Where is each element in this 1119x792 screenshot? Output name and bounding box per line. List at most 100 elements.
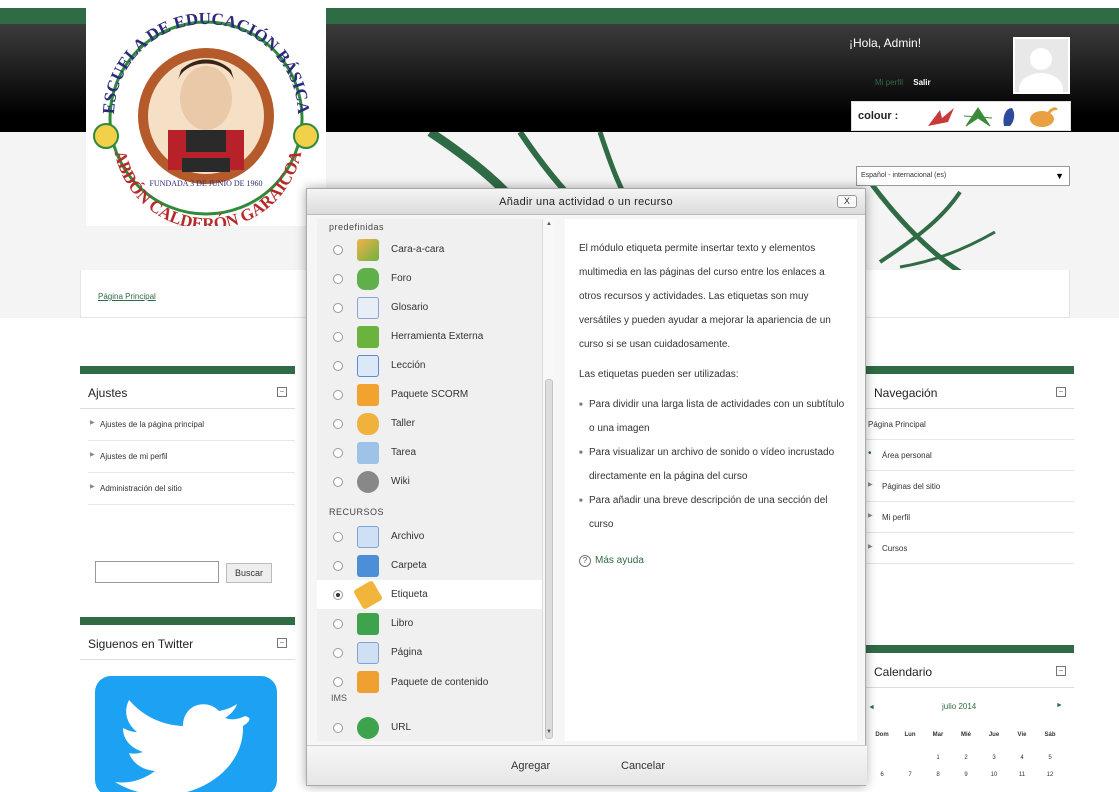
ajustes-item-perfil[interactable]: Ajustes de mi perfil: [88, 441, 295, 473]
calendar-day[interactable]: 4: [1008, 755, 1036, 761]
option-label: Foro: [391, 273, 412, 284]
calendar-weekday: Sáb: [1044, 732, 1056, 738]
radio-button[interactable]: [333, 390, 343, 400]
option-tarea[interactable]: Tarea: [317, 438, 550, 467]
logout-link[interactable]: Salir: [913, 78, 930, 87]
breadcrumb-home-link[interactable]: Página Principal: [98, 292, 156, 301]
radio-button[interactable]: [333, 477, 343, 487]
option-taller[interactable]: Taller: [317, 409, 550, 438]
option-leccion[interactable]: Lección: [317, 351, 550, 380]
cancel-button[interactable]: Cancelar: [607, 756, 679, 776]
radio-button[interactable]: [333, 448, 343, 458]
language-select[interactable]: Español - internacional (es) ▼: [856, 166, 1070, 186]
colour-label: colour :: [858, 110, 899, 122]
calendar-day[interactable]: 8: [924, 772, 952, 778]
activity-list-scrollbar[interactable]: ▲ ▼: [542, 219, 554, 741]
option-herramienta-externa[interactable]: Herramienta Externa: [317, 322, 550, 351]
calendar-weekday: Mar: [932, 732, 944, 738]
scroll-down-icon[interactable]: ▼: [546, 729, 552, 735]
nav-home-link[interactable]: Página Principal: [866, 409, 1074, 440]
collapse-icon[interactable]: –: [277, 638, 287, 648]
profile-link[interactable]: Mi perfil: [875, 78, 903, 87]
user-avatar[interactable]: [1013, 37, 1070, 94]
calendar-day[interactable]: 5: [1036, 755, 1064, 761]
option-etiqueta[interactable]: Etiqueta: [317, 579, 550, 611]
option-glosario[interactable]: Glosario: [317, 293, 550, 322]
radio-button[interactable]: [333, 561, 343, 571]
calendar-day[interactable]: 2: [952, 755, 980, 761]
blue-leaf-icon[interactable]: [998, 106, 1020, 131]
radio-button[interactable]: [333, 619, 343, 629]
calendar-next-icon[interactable]: ►: [1056, 702, 1063, 709]
option-foro[interactable]: Foro: [317, 264, 550, 293]
radio-button[interactable]: [333, 332, 343, 342]
calendar-weekdays: Dom Lun Mar Mié Jue Vie Sáb: [868, 732, 1068, 738]
collapse-icon[interactable]: –: [277, 387, 287, 397]
option-libro[interactable]: Libro: [317, 609, 550, 638]
collapse-icon[interactable]: –: [1056, 387, 1066, 397]
calendar-day[interactable]: 7: [896, 772, 924, 778]
option-archivo[interactable]: Archivo: [317, 522, 550, 551]
add-button[interactable]: Agregar: [497, 756, 564, 776]
option-label: Taller: [391, 418, 415, 429]
calendar-block: Calendario –: [866, 645, 1074, 695]
ajustes-item-admin[interactable]: Administración del sitio: [88, 473, 295, 505]
wiki-icon: [357, 471, 379, 493]
radio-button[interactable]: [333, 419, 343, 429]
green-leaf-icon[interactable]: [962, 106, 994, 131]
scrollbar-thumb[interactable]: [545, 379, 553, 739]
lesson-icon: [357, 355, 379, 377]
calendar-day[interactable]: 3: [980, 755, 1008, 761]
option-cara-a-cara[interactable]: Cara-a-cara: [317, 235, 550, 264]
ajustes-title: Ajustes: [88, 386, 128, 400]
radio-button[interactable]: [333, 677, 343, 687]
search-button[interactable]: Buscar: [226, 563, 272, 583]
user-links: Mi perfil Salir: [875, 78, 931, 87]
calendar-day[interactable]: 11: [1008, 772, 1036, 778]
ajustes-block: Ajustes– Ajustes de la página principal …: [80, 366, 295, 536]
radio-button[interactable]: [333, 361, 343, 371]
calendar-day[interactable]: 6: [868, 772, 896, 778]
book-icon: [357, 613, 379, 635]
description-bullet: Para visualizar un archivo de sonido o v…: [579, 441, 847, 489]
radio-button[interactable]: [333, 274, 343, 284]
calendar-week-row: 6 7 8 9 10 11 12: [868, 772, 1068, 778]
radio-button[interactable]: [333, 303, 343, 313]
calendar-prev-icon[interactable]: ◄: [868, 704, 875, 711]
calendar-day[interactable]: 12: [1036, 772, 1064, 778]
calendar-month[interactable]: julio 2014: [942, 702, 976, 711]
twitter-logo[interactable]: [95, 676, 277, 792]
radio-button[interactable]: [333, 590, 343, 600]
nav-item-mi-perfil[interactable]: Mi perfil: [866, 502, 1074, 533]
twitter-title: Siguenos en Twitter: [88, 637, 194, 651]
file-icon: [357, 526, 379, 548]
scroll-up-icon[interactable]: ▲: [546, 221, 552, 227]
red-leaf-icon[interactable]: [926, 106, 958, 131]
option-label: Lección: [391, 360, 426, 371]
more-help-link[interactable]: ? Más ayuda: [579, 549, 847, 573]
option-label: Paquete de contenido: [391, 677, 489, 688]
nav-item-cursos[interactable]: Cursos: [866, 533, 1074, 564]
calendar-day[interactable]: 10: [980, 772, 1008, 778]
nav-item-area-personal[interactable]: Área personal: [866, 440, 1074, 471]
option-paquete-scorm[interactable]: Paquete SCORM: [317, 380, 550, 409]
close-icon[interactable]: X: [837, 195, 857, 208]
ajustes-item-pagina[interactable]: Ajustes de la página principal: [88, 409, 295, 441]
radio-button[interactable]: [333, 245, 343, 255]
radio-button[interactable]: [333, 723, 343, 733]
calendar-day[interactable]: 1: [924, 755, 952, 761]
search-input[interactable]: [95, 561, 219, 583]
orange-leaf-icon[interactable]: [1028, 106, 1058, 131]
option-url[interactable]: URL: [317, 713, 550, 741]
option-wiki[interactable]: Wiki: [317, 467, 550, 496]
option-carpeta[interactable]: Carpeta: [317, 551, 550, 580]
radio-button[interactable]: [333, 648, 343, 658]
collapse-icon[interactable]: –: [1056, 666, 1066, 676]
school-logo: ESCUELA DE EDUCACIÓN BÁSICA ABDÓN CALDER…: [86, 8, 326, 226]
option-pagina[interactable]: Página: [317, 638, 550, 667]
glossary-icon: [357, 297, 379, 319]
option-paquete-ims[interactable]: Paquete de contenido IMS: [317, 667, 550, 713]
nav-item-paginas[interactable]: Páginas del sitio: [866, 471, 1074, 502]
radio-button[interactable]: [333, 532, 343, 542]
calendar-day[interactable]: 9: [952, 772, 980, 778]
